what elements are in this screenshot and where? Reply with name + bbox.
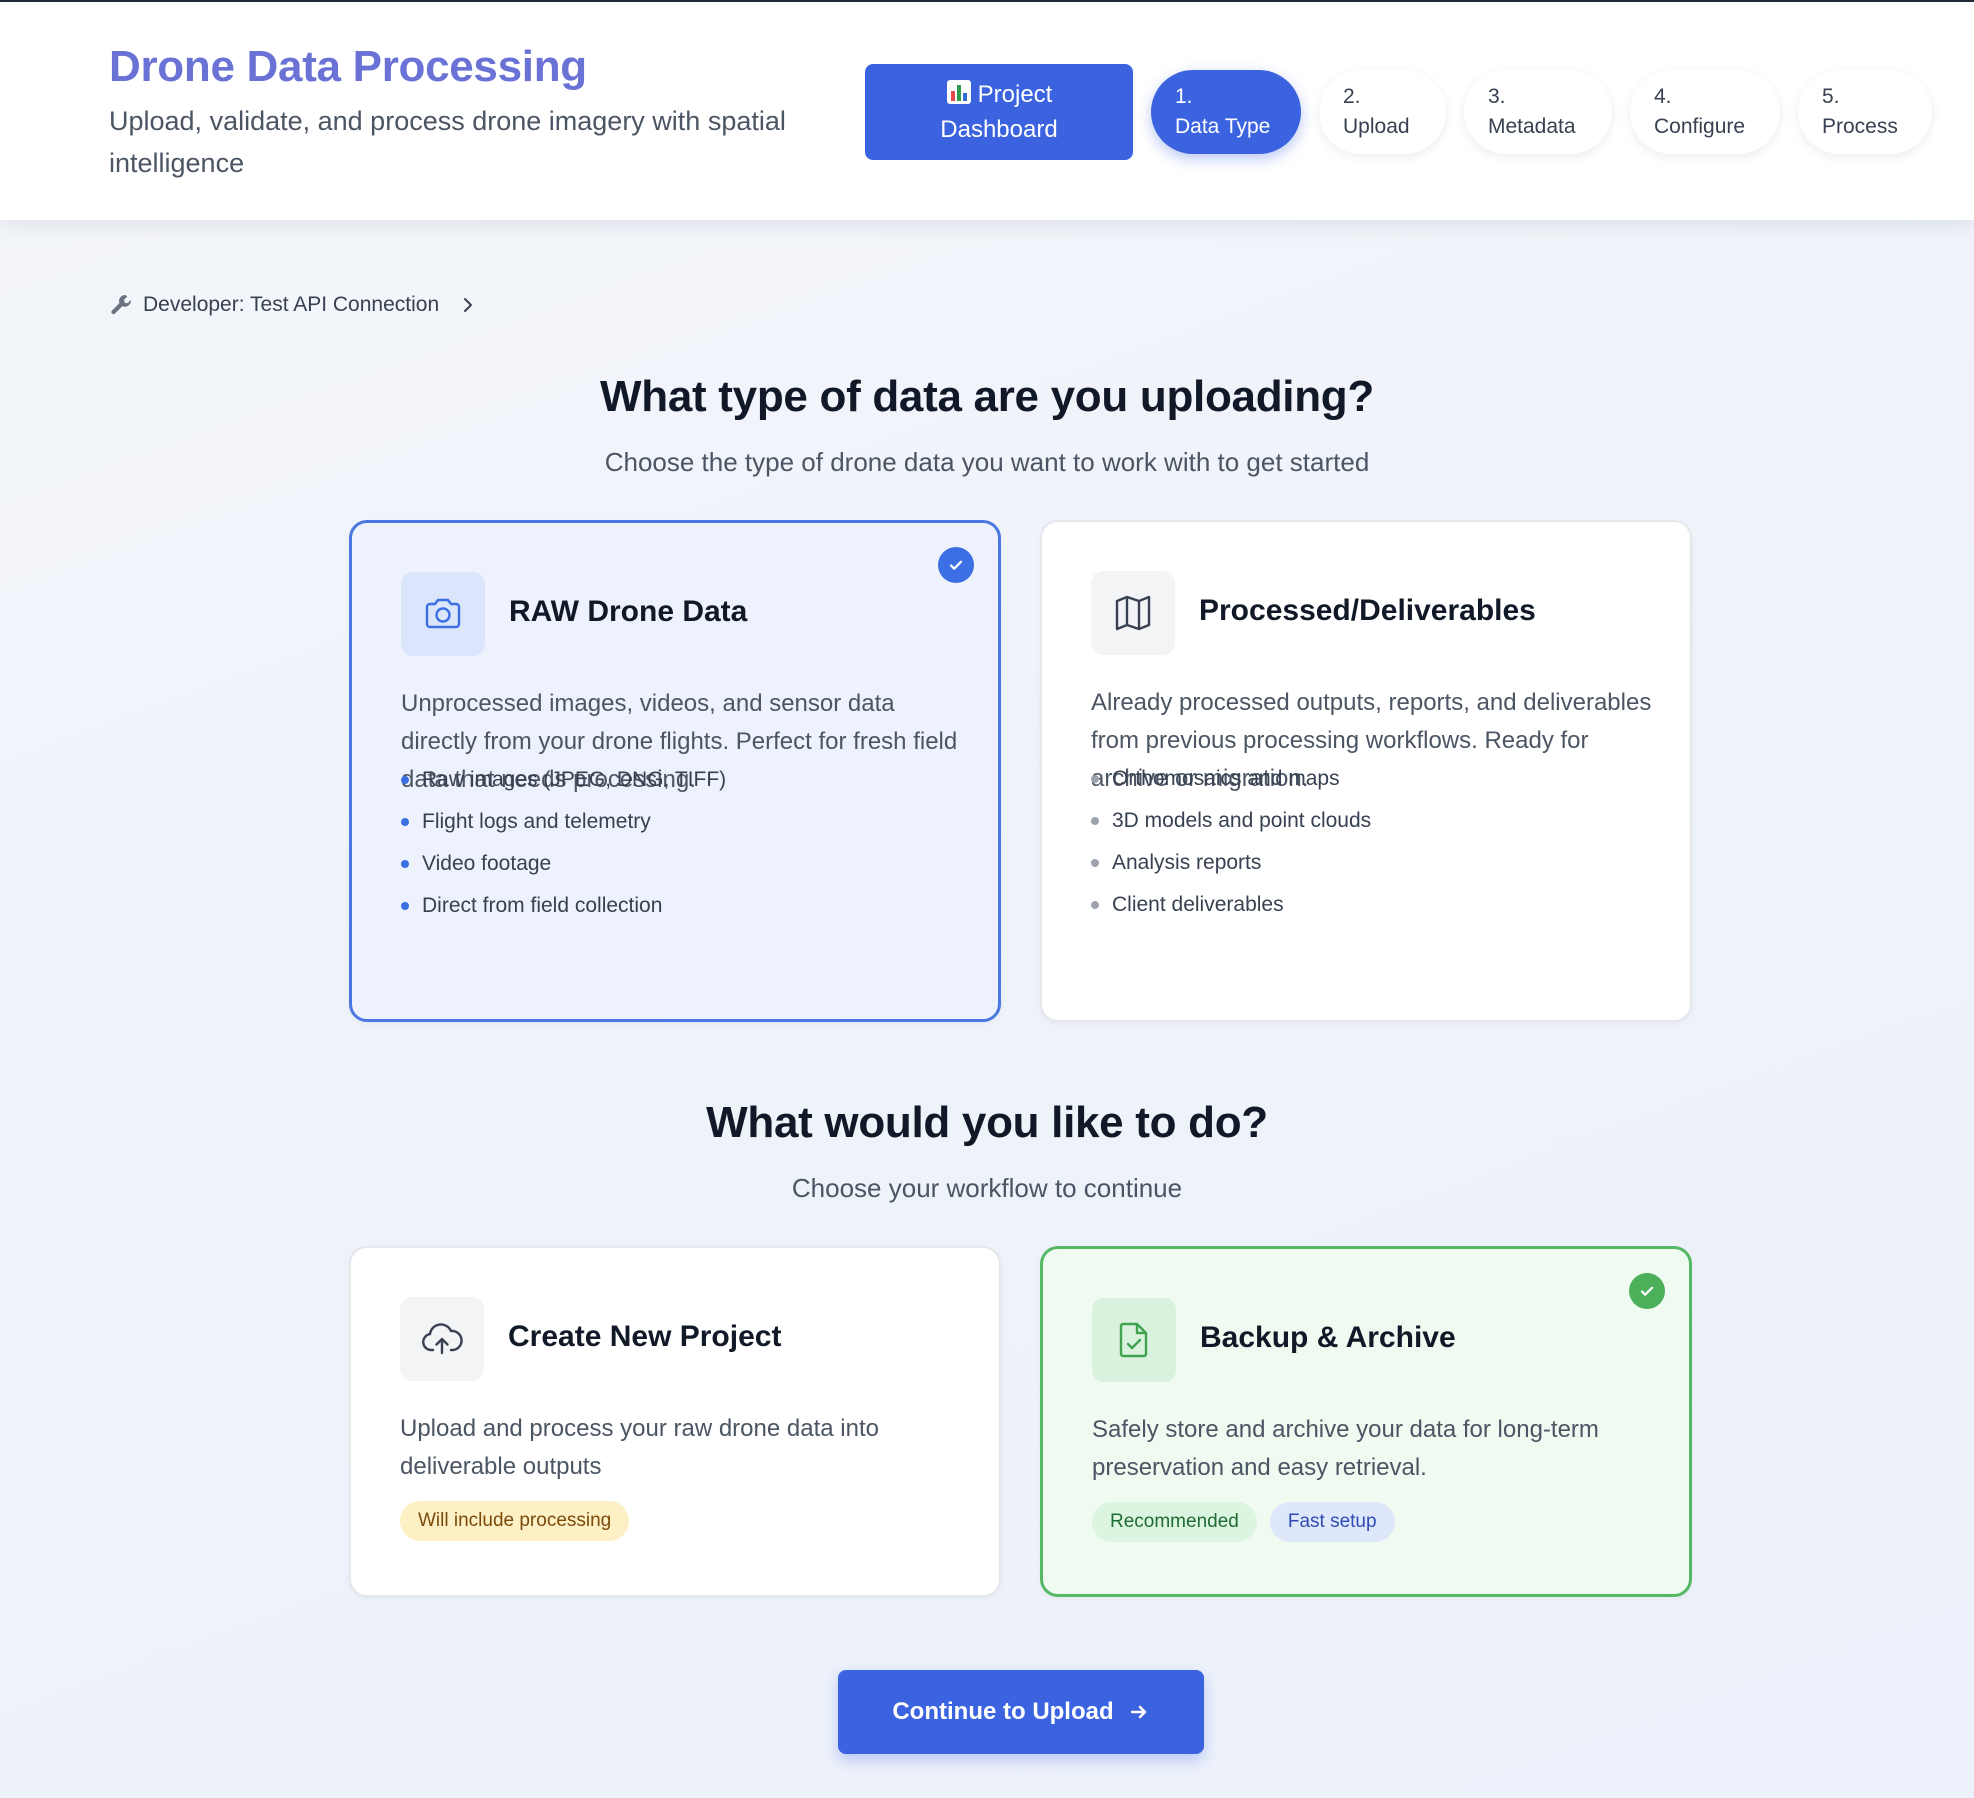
step-label: Configure [1654, 115, 1746, 138]
app-title: Drone Data Processing [109, 42, 587, 91]
card-title: Backup & Archive [1200, 1321, 1456, 1354]
step-data-type[interactable]: 1. Data Type [1151, 70, 1301, 154]
step-number: 2. [1343, 85, 1361, 108]
developer-test-api-link[interactable]: Developer: Test API Connection [109, 292, 477, 318]
feature-list: Orthomosaics and maps 3D models and poin… [1091, 758, 1371, 926]
step-configure[interactable]: 4. Configure [1630, 70, 1780, 154]
raw-drone-data-card[interactable]: RAW Drone Data Unprocessed images, video… [349, 520, 1001, 1022]
cloud-upload-icon [400, 1297, 484, 1381]
card-title: Create New Project [508, 1320, 782, 1353]
feature-list: Raw images (JPEG, DNG, TIFF) Flight logs… [401, 759, 726, 927]
card-description: Upload and process your raw drone data i… [400, 1415, 879, 1480]
data-type-subheading: Choose the type of drone data you want t… [604, 447, 1370, 477]
backup-archive-card[interactable]: Backup & Archive Safely store and archiv… [1040, 1246, 1692, 1597]
workflow-heading: What would you like to do? [706, 1098, 1268, 1147]
card-title: Processed/Deliverables [1199, 594, 1536, 627]
arrow-right-icon [1130, 1705, 1146, 1719]
step-process[interactable]: 5. Process [1798, 70, 1932, 154]
chevron-right-icon [464, 298, 473, 312]
badge-recommended: Recommended [1092, 1502, 1257, 1542]
badge-row: Will include processing [400, 1501, 630, 1541]
workflow-subheading: Choose your workflow to continue [791, 1173, 1183, 1203]
list-item: Video footage [401, 843, 726, 885]
app-subtitle: Upload, validate, and process drone imag… [109, 106, 786, 178]
card-description: Safely store and archive your data for l… [1092, 1416, 1599, 1481]
step-label: Upload [1343, 115, 1410, 138]
wrench-icon [111, 295, 131, 315]
badge-processing: Will include processing [400, 1501, 630, 1541]
badge-fast-setup: Fast setup [1269, 1502, 1395, 1542]
step-label: Metadata [1488, 115, 1576, 138]
step-number: 5. [1822, 85, 1840, 108]
list-item: Orthomosaics and maps [1091, 758, 1371, 800]
project-dashboard-button[interactable]: Project Dashboard [865, 64, 1133, 160]
step-number: 3. [1488, 85, 1506, 108]
step-upload[interactable]: 2. Upload [1319, 70, 1446, 154]
step-label: Data Type [1175, 115, 1271, 138]
map-icon [1091, 571, 1175, 655]
developer-link-label: Developer: Test API Connection [143, 293, 440, 316]
step-metadata[interactable]: 3. Metadata [1464, 70, 1612, 154]
list-item: Analysis reports [1091, 842, 1371, 884]
list-item: Raw images (JPEG, DNG, TIFF) [401, 759, 726, 801]
camera-icon [401, 572, 485, 656]
processed-deliverables-card[interactable]: Processed/Deliverables Already processed… [1040, 520, 1692, 1022]
step-number: 4. [1654, 85, 1672, 108]
create-new-project-card[interactable]: Create New Project Upload and process yo… [349, 1246, 1001, 1597]
card-title: RAW Drone Data [509, 595, 748, 628]
step-number: 1. [1175, 85, 1193, 108]
bar-chart-icon [946, 80, 971, 104]
continue-to-upload-button[interactable]: Continue to Upload [838, 1670, 1204, 1754]
list-item: 3D models and point clouds [1091, 800, 1371, 842]
file-check-icon [1092, 1298, 1176, 1382]
selected-check-icon [938, 547, 974, 583]
list-item: Flight logs and telemetry [401, 801, 726, 843]
step-label: Process [1822, 115, 1898, 138]
list-item: Client deliverables [1091, 884, 1371, 926]
continue-button-label: Continue to Upload [892, 1698, 1114, 1725]
badge-row: Recommended Fast setup [1092, 1502, 1395, 1542]
data-type-heading: What type of data are you uploading? [600, 372, 1374, 421]
selected-check-icon [1629, 1273, 1665, 1309]
list-item: Direct from field collection [401, 885, 726, 927]
app-header: Drone Data Processing Upload, validate, … [0, 0, 1974, 220]
